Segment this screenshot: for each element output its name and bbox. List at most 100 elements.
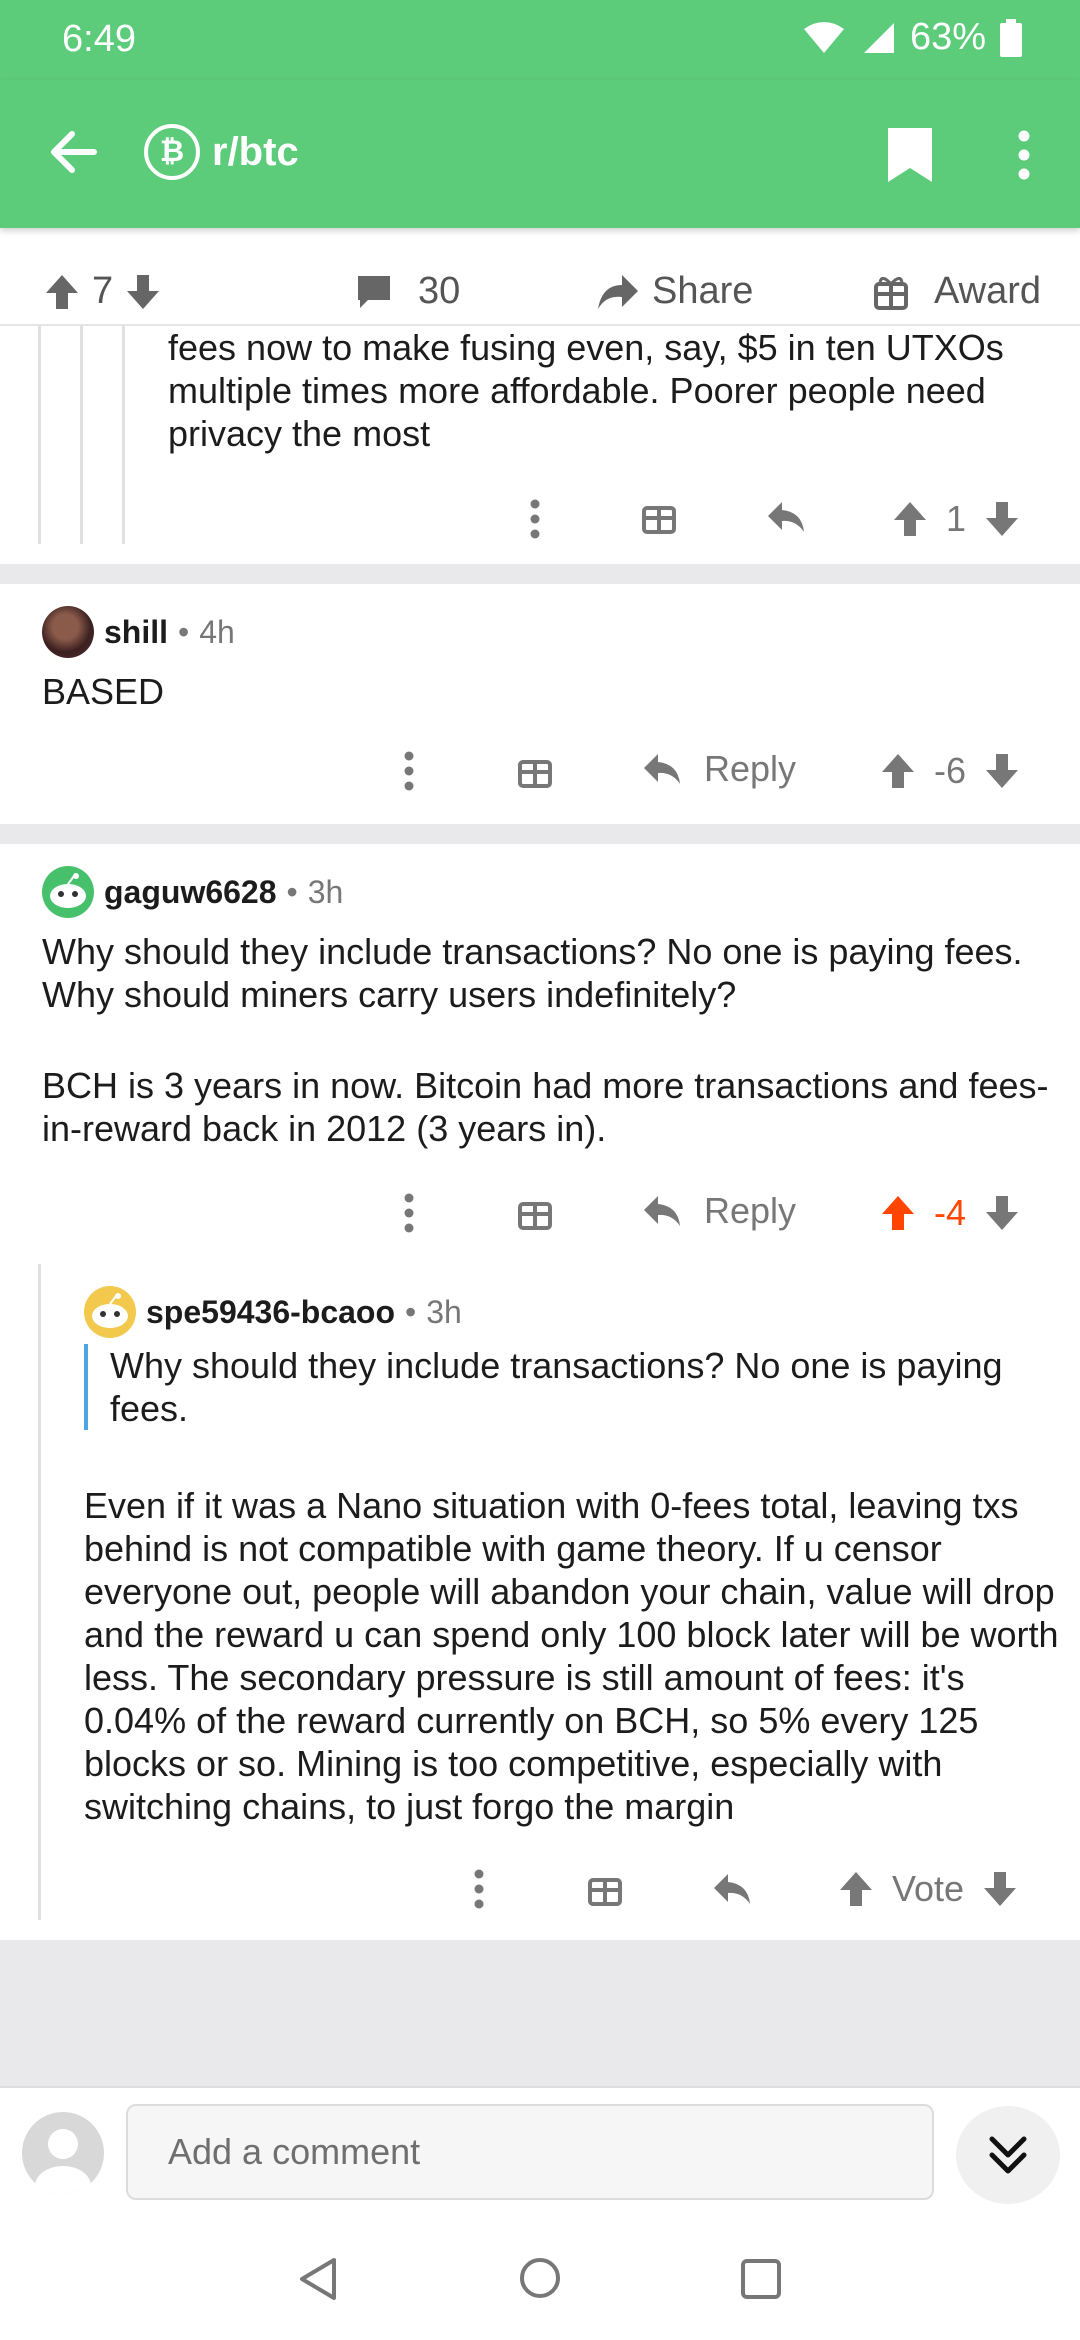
post-vote-group: 7 bbox=[44, 270, 161, 313]
comment-body: fees now to make fusing even, say, $5 in… bbox=[168, 327, 1004, 454]
downvote-icon[interactable] bbox=[984, 500, 1020, 538]
comment-reply-button[interactable]: Reply bbox=[642, 748, 796, 790]
post-score: 7 bbox=[92, 270, 114, 312]
reply-label: Reply bbox=[704, 748, 797, 789]
comment-header: shill • 4h bbox=[42, 606, 235, 658]
circle-home-icon bbox=[520, 2258, 560, 2298]
comment-age: 4h bbox=[199, 613, 235, 650]
nav-recents-button[interactable] bbox=[740, 2258, 782, 2305]
comment-reply-button[interactable]: Reply bbox=[642, 1190, 796, 1232]
comment-award-button[interactable] bbox=[518, 752, 552, 793]
downvote-icon[interactable] bbox=[125, 273, 161, 311]
upvote-icon[interactable] bbox=[880, 752, 916, 790]
comment-award-button[interactable] bbox=[588, 1870, 622, 1911]
comments-button[interactable]: 30 bbox=[356, 270, 460, 313]
comment-more-button[interactable] bbox=[464, 1866, 494, 1917]
more-options-button[interactable] bbox=[1004, 124, 1044, 186]
square-recents-icon bbox=[741, 2259, 781, 2299]
more-vertical-icon bbox=[530, 499, 540, 539]
thread-line bbox=[38, 326, 41, 544]
comment-vote-group: -6 bbox=[880, 750, 1020, 792]
comment-score: -4 bbox=[934, 1192, 967, 1233]
reply-icon bbox=[644, 754, 680, 784]
reply-icon bbox=[644, 1196, 680, 1226]
avatar[interactable] bbox=[42, 606, 94, 658]
comment-header: spe59436-bcaoo • 3h bbox=[84, 1286, 462, 1338]
thread-line bbox=[80, 326, 83, 544]
comment-reply-button[interactable] bbox=[712, 1872, 752, 1911]
user-placeholder-icon bbox=[35, 2129, 91, 2194]
post-action-bar: 7 30 Share Award bbox=[0, 262, 1080, 326]
comment-body: BASED bbox=[42, 671, 165, 712]
bookmark-button[interactable] bbox=[884, 124, 936, 186]
share-icon bbox=[598, 274, 638, 309]
nav-back-button[interactable] bbox=[296, 2256, 340, 2307]
app-bar: ₿ r/btc bbox=[0, 80, 1080, 228]
avatar[interactable] bbox=[42, 866, 94, 918]
comment-composer: Add a comment bbox=[0, 2086, 1080, 2216]
gift-icon bbox=[588, 1878, 622, 1906]
status-bar: 6:49 63% bbox=[0, 0, 1080, 80]
quote-text: Why should they include transactions? No… bbox=[110, 1345, 1003, 1429]
avatar[interactable] bbox=[84, 1286, 136, 1338]
upvote-icon[interactable] bbox=[44, 273, 80, 311]
author-name[interactable]: gaguw6628 bbox=[104, 874, 277, 911]
comment-spe59436-bcaoo: spe59436-bcaoo • 3h Why should they incl… bbox=[0, 1264, 1080, 1940]
comment-header: gaguw6628 • 3h bbox=[42, 866, 343, 918]
award-label: Award bbox=[934, 270, 1042, 312]
comment-icon bbox=[358, 275, 390, 308]
battery-icon bbox=[1000, 18, 1022, 57]
back-button[interactable] bbox=[44, 122, 104, 182]
add-comment-input[interactable]: Add a comment bbox=[126, 2104, 934, 2200]
more-vertical-icon bbox=[404, 751, 414, 791]
gift-icon bbox=[642, 506, 676, 534]
downvote-icon[interactable] bbox=[984, 752, 1020, 790]
comment-more-button[interactable] bbox=[394, 1190, 424, 1241]
back-arrow-icon bbox=[51, 131, 97, 173]
bookmark-icon bbox=[888, 128, 932, 182]
more-vertical-icon bbox=[404, 1193, 414, 1233]
signal-icon bbox=[863, 22, 894, 53]
comment-paragraph: Why should they include transactions? No… bbox=[42, 931, 1023, 1015]
thread-line bbox=[38, 1264, 41, 1920]
share-button[interactable]: Share bbox=[596, 270, 753, 313]
nav-home-button[interactable] bbox=[518, 2256, 562, 2305]
downvote-icon[interactable] bbox=[982, 1870, 1018, 1908]
gift-icon bbox=[518, 1202, 552, 1230]
upvote-icon-active[interactable] bbox=[880, 1194, 916, 1232]
comment-award-button[interactable] bbox=[642, 498, 676, 539]
comment-body: Even if it was a Nano situation with 0-f… bbox=[84, 1485, 1059, 1827]
comment-age: 3h bbox=[426, 1293, 462, 1330]
comment-vote-group: 1 bbox=[892, 498, 1020, 540]
gift-icon bbox=[874, 276, 908, 310]
vote-label: Vote bbox=[892, 1868, 965, 1909]
reply-icon bbox=[714, 1874, 750, 1904]
subreddit-header[interactable]: ₿ r/btc bbox=[144, 124, 299, 180]
subreddit-title: r/btc bbox=[212, 129, 299, 174]
status-time: 6:49 bbox=[62, 18, 136, 60]
comment-score: -6 bbox=[934, 750, 967, 791]
quote-block: Why should they include transactions? No… bbox=[84, 1344, 1024, 1430]
comment-vote-group: Vote bbox=[838, 1868, 1018, 1910]
battery-percent: 63% bbox=[909, 16, 986, 58]
user-avatar[interactable] bbox=[22, 2112, 104, 2194]
author-name[interactable]: shill bbox=[104, 614, 168, 651]
comment-reply-button[interactable] bbox=[766, 500, 806, 539]
comments-end-area bbox=[0, 1940, 1080, 2086]
share-label: Share bbox=[652, 270, 754, 312]
award-button[interactable]: Award bbox=[874, 270, 1041, 313]
comment-more-button[interactable] bbox=[394, 748, 424, 799]
downvote-icon[interactable] bbox=[984, 1194, 1020, 1232]
collapse-comments-button[interactable] bbox=[956, 2106, 1060, 2204]
more-vertical-icon bbox=[474, 1869, 484, 1909]
comment-award-button[interactable] bbox=[518, 1194, 552, 1235]
comment-more-button[interactable] bbox=[520, 496, 550, 547]
upvote-icon[interactable] bbox=[838, 1870, 874, 1908]
author-name[interactable]: spe59436-bcaoo bbox=[146, 1294, 395, 1331]
system-nav-bar bbox=[0, 2216, 1080, 2340]
triangle-back-icon bbox=[300, 2258, 336, 2300]
upvote-icon[interactable] bbox=[892, 500, 928, 538]
comment-count: 30 bbox=[418, 270, 461, 312]
comment-divider bbox=[0, 824, 1080, 844]
comment-divider bbox=[0, 564, 1080, 584]
